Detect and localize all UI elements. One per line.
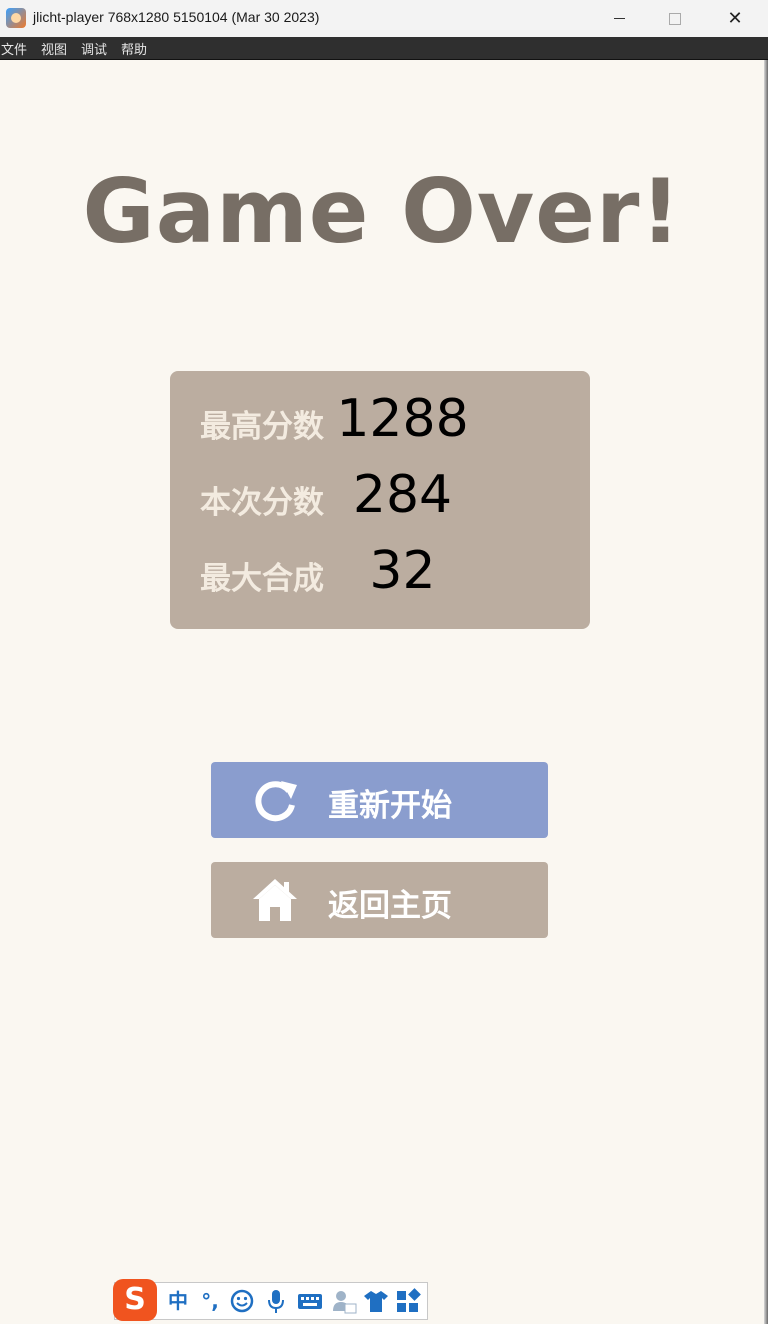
current-score-row: 本次分数 284 (170, 463, 590, 533)
window-title: jlicht-player 768x1280 5150104 (Mar 30 2… (33, 9, 320, 25)
max-tile-row: 最大合成 32 (170, 539, 590, 609)
keyboard-icon[interactable] (297, 1287, 323, 1315)
score-panel: 最高分数 1288 本次分数 284 最大合成 32 (170, 371, 590, 629)
home-label: 返回主页 (328, 888, 452, 924)
menu-item-help[interactable]: 帮助 (121, 39, 147, 58)
emoji-icon[interactable] (229, 1287, 255, 1315)
menu-item-file[interactable]: 文件 (1, 39, 27, 58)
menu-bar: 文件 视图 调试 帮助 (0, 37, 768, 60)
microphone-icon[interactable] (263, 1287, 289, 1315)
close-icon[interactable]: ✕ (712, 0, 758, 37)
max-tile-value: 32 (369, 541, 436, 601)
ime-logo-icon[interactable]: S (113, 1279, 157, 1321)
window-titlebar: jlicht-player 768x1280 5150104 (Mar 30 2… (0, 0, 768, 37)
current-score-value: 284 (352, 465, 453, 525)
home-icon (253, 879, 297, 921)
best-score-label: 最高分数 (200, 409, 324, 445)
refresh-icon (255, 781, 297, 822)
user-icon[interactable] (331, 1287, 357, 1315)
current-score-label: 本次分数 (200, 485, 324, 521)
minimize-icon[interactable] (596, 0, 642, 37)
grid-icon[interactable] (395, 1287, 421, 1315)
window-edge (764, 60, 768, 1324)
ime-punctuation-toggle[interactable]: °, (197, 1287, 223, 1315)
restart-label: 重新开始 (328, 788, 452, 824)
menu-item-view[interactable]: 视图 (41, 39, 67, 58)
home-button[interactable]: 返回主页 (211, 862, 548, 938)
maximize-icon[interactable] (652, 0, 698, 37)
ime-toolbar: S 中 °, (113, 1279, 428, 1321)
app-icon (6, 8, 26, 28)
max-tile-label: 最大合成 (200, 561, 324, 597)
game-over-title: Game Over! (82, 160, 682, 263)
skin-icon[interactable] (363, 1287, 389, 1315)
menu-item-debug[interactable]: 调试 (81, 39, 107, 58)
best-score-value: 1288 (336, 389, 469, 449)
best-score-row: 最高分数 1288 (170, 387, 590, 457)
restart-button[interactable]: 重新开始 (211, 762, 548, 838)
ime-mode-toggle[interactable]: 中 (165, 1287, 191, 1315)
game-canvas: Game Over! 最高分数 1288 本次分数 284 最大合成 32 重新… (0, 60, 764, 1324)
